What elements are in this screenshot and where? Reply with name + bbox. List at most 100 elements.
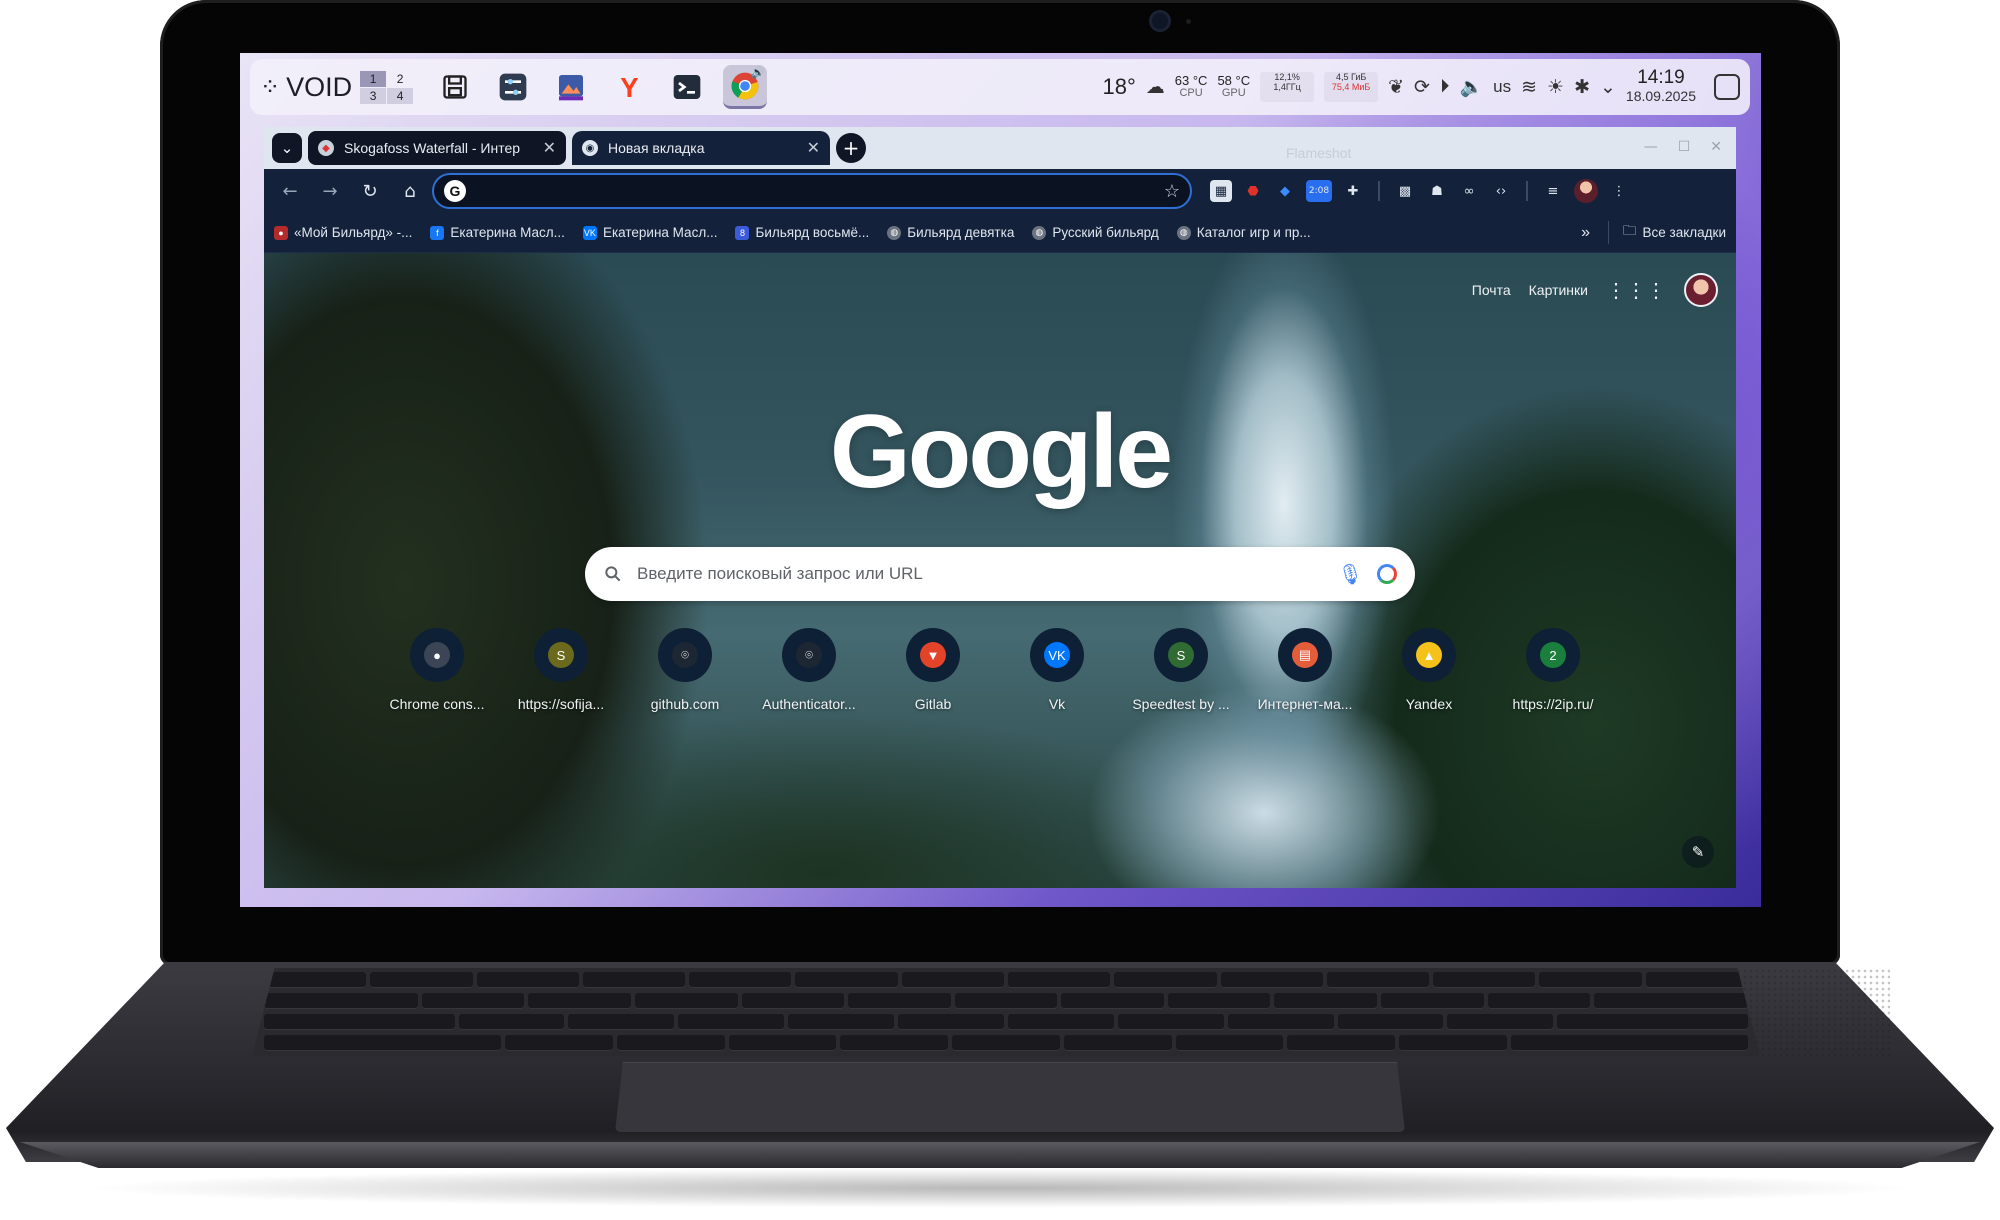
all-bookmarks-button[interactable]: 🗀 Все закладки	[1608, 221, 1726, 244]
images-link[interactable]: Картинки	[1529, 282, 1588, 298]
timer-extension-badge[interactable]: 2:08	[1306, 180, 1332, 202]
workspace-2[interactable]: 2	[387, 71, 413, 87]
bookmark-item[interactable]: 8 Бильярд восьмё...	[735, 225, 869, 240]
back-arrow-icon[interactable]: ←	[272, 173, 308, 209]
bookmark-item[interactable]: ◍ Русский бильярд	[1032, 225, 1159, 240]
shortcut-favicon-icon: S	[548, 642, 574, 668]
tab-search-button[interactable]: ⌄	[272, 133, 302, 163]
bookmark-item[interactable]: f Екатерина Масл...	[430, 225, 565, 240]
shortcut-tile[interactable]: VK Vk	[995, 628, 1119, 712]
omnibox[interactable]: G ☆	[432, 173, 1192, 209]
address-bar-input[interactable]	[474, 182, 1156, 200]
shortcut-tile[interactable]: ▲ Yandex	[1367, 628, 1491, 712]
save-app-button[interactable]	[433, 65, 477, 109]
home-icon[interactable]: ⌂	[392, 173, 428, 209]
workspace-1[interactable]: 1	[360, 70, 387, 87]
void-menu-button[interactable]: ⁘ VOID	[260, 72, 352, 103]
minimize-icon[interactable]: —	[1644, 139, 1658, 155]
shortcut-icon-circle: 2	[1526, 628, 1580, 682]
customize-pencil-icon[interactable]: ✎	[1682, 836, 1714, 868]
workspace-3[interactable]: 3	[360, 87, 387, 104]
gmail-link[interactable]: Почта	[1472, 282, 1511, 298]
close-tab-icon[interactable]: ✕	[807, 138, 820, 158]
memory-swap-value: 75,4 МиБ	[1331, 82, 1371, 92]
ntp-search-box[interactable]: 🎙	[585, 547, 1415, 601]
spy-extension-icon[interactable]: ☗	[1426, 180, 1448, 202]
close-tab-icon[interactable]: ✕	[543, 138, 556, 158]
bookmark-item[interactable]: VK Екатерина Масл...	[582, 225, 717, 240]
vk-favicon: VK	[582, 225, 597, 240]
shortcut-icon-circle: S	[1154, 628, 1208, 682]
globe-favicon: ◍	[887, 225, 902, 240]
cpu-load-graph[interactable]: 12,1% 1,4ГГц	[1260, 72, 1315, 102]
workspace-switcher[interactable]: 1 2 3 4	[360, 70, 414, 104]
grid-extension-icon[interactable]: ▩	[1394, 180, 1416, 202]
voice-search-mic-icon[interactable]: 🎙	[1338, 562, 1363, 586]
ntp-search-input[interactable]	[637, 564, 1324, 584]
bookmark-star-icon[interactable]: ☆	[1164, 181, 1180, 202]
shortcut-tile[interactable]: 2 https://2ip.ru/	[1491, 628, 1615, 712]
shortcut-tile[interactable]: Shttps://sofija...	[499, 628, 623, 712]
settings-app-button[interactable]	[491, 65, 535, 109]
shortcut-favicon-icon: 2	[1540, 642, 1566, 668]
qr-extension-icon[interactable]: ▦	[1210, 180, 1232, 202]
shortcut-icon-circle: ⌾	[658, 628, 712, 682]
bluetooth-icon[interactable]: ✱	[1574, 76, 1590, 99]
media-queue-icon[interactable]: ≡	[1542, 180, 1564, 202]
bookmark-item[interactable]: ◍ Бильярд девятка	[887, 225, 1014, 240]
shortcut-tiles: ● Chrome cons... Shttps://sofija... ⌾ github…	[375, 628, 1615, 712]
wifi-icon[interactable]: ≋	[1521, 76, 1537, 99]
shortcut-tile[interactable]: ▼ Gitlab	[871, 628, 995, 712]
bookmark-label: Екатерина Масл...	[450, 225, 565, 240]
reload-icon[interactable]: ↻	[352, 173, 388, 209]
volume-icon[interactable]: 🔈	[1459, 75, 1483, 99]
workspace-4[interactable]: 4	[387, 87, 414, 104]
apps-grid-icon[interactable]: ⋮⋮⋮	[1606, 278, 1666, 303]
maximize-icon[interactable]: ☐	[1678, 139, 1691, 155]
weather-temperature[interactable]: 18°	[1102, 74, 1135, 100]
show-desktop-button[interactable]	[1714, 74, 1740, 100]
tab-skogafoss[interactable]: ◆ Skogafoss Waterfall - Интер ✕	[308, 131, 566, 165]
gpu-temperature-widget[interactable]: 58 °C GPU	[1217, 74, 1250, 100]
keyboard-layout-indicator[interactable]: us	[1493, 77, 1511, 97]
shortcut-tile[interactable]: ⌾ github.com	[623, 628, 747, 712]
bookmarks-overflow-icon[interactable]: »	[1581, 224, 1590, 242]
cpu-temperature-widget[interactable]: 63 °C CPU	[1175, 74, 1208, 100]
adblock-extension-icon[interactable]: ⬣	[1242, 180, 1264, 202]
billiard-8-favicon: 8	[735, 225, 750, 240]
code-extension-icon[interactable]: ‹›	[1490, 180, 1512, 202]
bookmark-item[interactable]: ◍ Каталог игр и пр...	[1176, 225, 1311, 240]
puzzle-extension-icon[interactable]: ✚	[1342, 180, 1364, 202]
account-avatar[interactable]	[1684, 273, 1718, 307]
bookmark-label: Бильярд девятка	[907, 225, 1015, 240]
chrome-app-button[interactable]: 🔊	[723, 65, 768, 109]
terminal-app-button[interactable]	[665, 65, 709, 109]
clock-time: 14:19	[1637, 67, 1685, 88]
shield-extension-icon[interactable]: ◆	[1274, 180, 1296, 202]
chevron-down-icon[interactable]: ⌄	[1600, 76, 1616, 99]
close-window-icon[interactable]: ✕	[1710, 139, 1722, 155]
clock-widget[interactable]: 14:19 18.09.2025	[1626, 67, 1696, 105]
bookmark-item[interactable]: ● «Мой Бильярд» -...	[274, 225, 412, 240]
link-extension-icon[interactable]: ∞	[1458, 180, 1480, 202]
shortcut-tile[interactable]: ⌾ Authenticator...	[747, 628, 871, 712]
google-lens-icon[interactable]	[1377, 564, 1397, 584]
menu-kebab-icon[interactable]: ⋮	[1608, 180, 1630, 202]
shortcut-tile[interactable]: S Speedtest by ...	[1119, 628, 1243, 712]
image-viewer-app-button[interactable]	[549, 65, 593, 109]
new-tab-button[interactable]: +	[836, 133, 866, 163]
memory-graph[interactable]: 4,5 ГиБ 75,4 МиБ	[1324, 72, 1379, 102]
yandex-browser-app-button[interactable]: Y	[607, 65, 651, 109]
folder-icon: 🗀	[1623, 223, 1637, 238]
tab-new-tab[interactable]: ◉ Новая вкладка ✕	[572, 131, 830, 165]
shortcut-label: Интернет-ма...	[1257, 696, 1353, 712]
shortcut-tile[interactable]: ▤ Интернет-ма...	[1243, 628, 1367, 712]
profile-avatar[interactable]	[1574, 179, 1598, 203]
brightness-icon[interactable]: ☀	[1547, 76, 1564, 99]
system-tray: 18° ☁ 63 °C CPU 58 °C GPU 12,1% 1,4ГГц 4…	[1102, 67, 1740, 105]
forward-arrow-icon[interactable]: →	[312, 173, 348, 209]
leaf-tray-icon[interactable]: ❦	[1388, 76, 1404, 99]
shortcut-tile[interactable]: ● Chrome cons...	[375, 628, 499, 712]
media-play-icon[interactable]: ⏵	[1440, 76, 1450, 98]
sync-icon[interactable]: ⟳	[1414, 76, 1430, 99]
